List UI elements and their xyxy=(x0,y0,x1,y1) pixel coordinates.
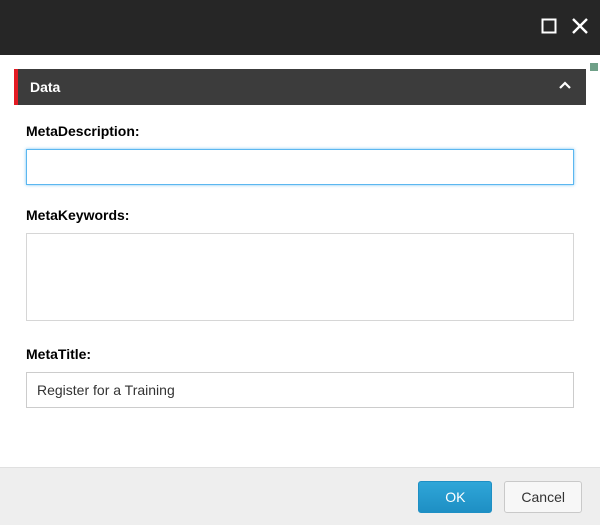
maximize-icon[interactable] xyxy=(540,17,558,38)
ok-button[interactable]: OK xyxy=(418,481,492,513)
meta-title-label: MetaTitle: xyxy=(26,346,574,362)
meta-description-input[interactable] xyxy=(26,149,574,185)
field-meta-keywords: MetaKeywords: xyxy=(26,207,574,324)
dialog-body: Data MetaDescription: MetaKeywords: Meta… xyxy=(0,55,600,444)
meta-title-input[interactable] xyxy=(26,372,574,408)
meta-keywords-input[interactable] xyxy=(26,233,574,321)
dialog-footer: OK Cancel xyxy=(0,467,600,525)
form-area: MetaDescription: MetaKeywords: MetaTitle… xyxy=(14,105,586,408)
close-icon[interactable] xyxy=(570,16,590,39)
field-meta-title: MetaTitle: xyxy=(26,346,574,408)
section-title: Data xyxy=(18,79,60,95)
cancel-button[interactable]: Cancel xyxy=(504,481,582,513)
meta-keywords-label: MetaKeywords: xyxy=(26,207,574,223)
chevron-up-icon[interactable] xyxy=(558,79,572,96)
meta-description-label: MetaDescription: xyxy=(26,123,574,139)
dialog-window: Data MetaDescription: MetaKeywords: Meta… xyxy=(0,0,600,525)
title-bar xyxy=(0,0,600,55)
activity-indicator-icon xyxy=(590,63,598,71)
section-header-data[interactable]: Data xyxy=(14,69,586,105)
field-meta-description: MetaDescription: xyxy=(26,123,574,185)
